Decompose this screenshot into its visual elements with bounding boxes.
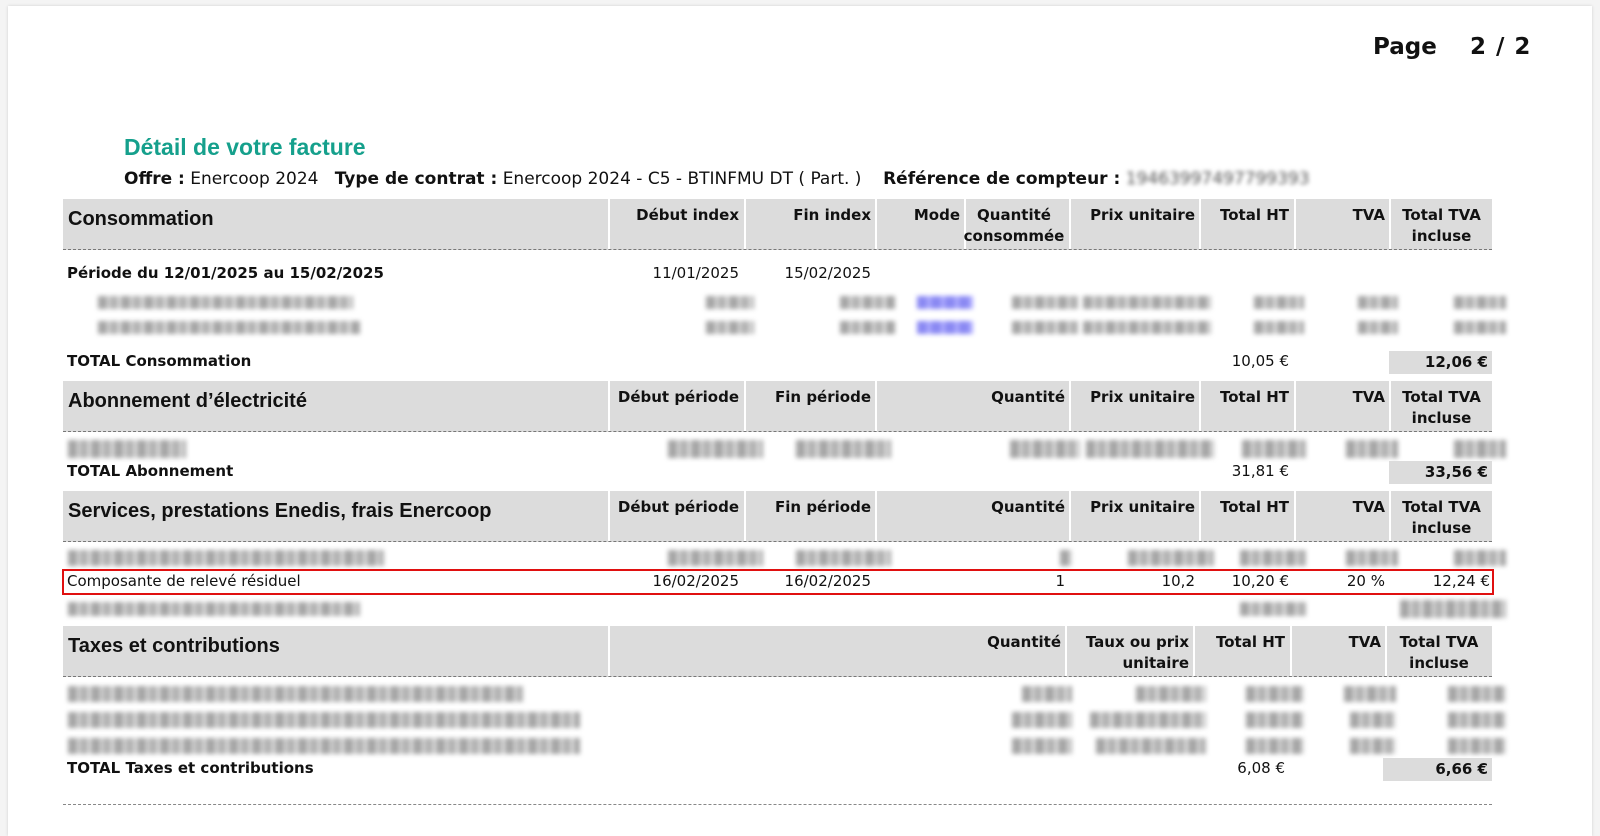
col-debut-periode: Début période	[617, 388, 739, 406]
col-fin-periode: Fin période	[775, 388, 871, 406]
taxes-header: Taxes et contributions Quantité Taux ou …	[63, 626, 1492, 677]
page-label: Page	[1373, 34, 1437, 60]
invoice-detail-title: Détail de votre facture	[124, 134, 366, 160]
col-mode: Mode	[913, 206, 960, 224]
periode-debut: 11/01/2025	[652, 264, 739, 282]
offre-label: Offre :	[124, 169, 185, 189]
col-fin-periode: Fin période	[775, 498, 871, 516]
contrat-value: Enercoop 2024 - C5 - BTINFMU DT ( Part. …	[502, 169, 862, 189]
col-quantite: Quantité	[991, 388, 1065, 406]
col-total-ht: Total HT	[1216, 633, 1285, 651]
col-total-tva-incluse: Total TVA incluse	[1399, 633, 1479, 672]
abonnement-title: Abonnement d’électricité	[68, 390, 307, 412]
consommation-title: Consommation	[68, 208, 214, 230]
col-tva: TVA	[1348, 633, 1381, 651]
total-abonnement-row: TOTAL Abonnement 31,81 € 33,56 €	[63, 461, 1492, 486]
contrat-label: Type de contrat :	[334, 169, 498, 189]
services-header: Services, prestations Enedis, frais Ener…	[63, 491, 1492, 542]
col-tva: TVA	[1352, 498, 1385, 516]
offre-value: Enercoop 2024	[190, 169, 319, 189]
taxes-title: Taxes et contributions	[68, 635, 280, 657]
total-taxes-ht: 6,08 €	[1237, 759, 1285, 777]
total-consommation-label: TOTAL Consommation	[67, 352, 252, 370]
col-total-ht: Total HT	[1220, 206, 1289, 224]
col-quantite: Quantité	[991, 498, 1065, 516]
bottom-divider	[63, 804, 1492, 805]
col-tva: TVA	[1352, 206, 1385, 224]
col-quantite-consommee: Quantité consommée	[963, 206, 1065, 245]
col-prix-unitaire: Prix unitaire	[1090, 498, 1195, 516]
total-taxes-label: TOTAL Taxes et contributions	[67, 759, 314, 777]
periode-label: Période du 12/01/2025 au 15/02/2025	[67, 264, 384, 282]
abonnement-header: Abonnement d’électricité Début période F…	[63, 381, 1492, 432]
highlight-box	[62, 569, 1494, 595]
services-title: Services, prestations Enedis, frais Ener…	[68, 500, 492, 522]
col-taux-prix: Taux ou prix unitaire	[1085, 633, 1189, 672]
total-taxes-ttc: 6,66 €	[1383, 758, 1492, 781]
col-tva: TVA	[1352, 388, 1385, 406]
offer-line: Offre : Enercoop 2024 Type de contrat : …	[124, 169, 1310, 189]
col-fin-index: Fin index	[793, 206, 871, 224]
total-abonnement-ttc: 33,56 €	[1389, 461, 1492, 484]
total-abonnement-ht: 31,81 €	[1231, 462, 1289, 480]
col-prix-unitaire: Prix unitaire	[1090, 206, 1195, 224]
col-total-ht: Total HT	[1220, 388, 1289, 406]
total-consommation-ht: 10,05 €	[1231, 352, 1289, 370]
col-total-tva-incluse: Total TVA incluse	[1402, 388, 1481, 427]
col-debut-index: Début index	[636, 206, 739, 224]
consommation-header: Consommation Début index Fin index Mode …	[63, 199, 1492, 250]
col-total-tva-incluse: Total TVA incluse	[1402, 206, 1481, 245]
total-consommation-ttc: 12,06 €	[1389, 351, 1492, 374]
page-number: 2 / 2	[1470, 34, 1532, 60]
invoice-page: Page 2 / 2 Détail de votre facture Offre…	[8, 6, 1592, 836]
total-abonnement-label: TOTAL Abonnement	[67, 462, 234, 480]
total-taxes-row: TOTAL Taxes et contributions 6,08 € 6,66…	[63, 758, 1492, 783]
compteur-label: Référence de compteur :	[883, 169, 1121, 189]
total-consommation-row: TOTAL Consommation 10,05 € 12,06 €	[63, 351, 1492, 376]
periode-fin: 15/02/2025	[784, 264, 871, 282]
col-total-tva-incluse: Total TVA incluse	[1402, 498, 1481, 537]
col-debut-periode: Début période	[617, 498, 739, 516]
compteur-value: 19463997497799393	[1125, 169, 1310, 189]
col-quantite: Quantité	[987, 633, 1061, 651]
col-total-ht: Total HT	[1220, 498, 1289, 516]
col-prix-unitaire: Prix unitaire	[1090, 388, 1195, 406]
consommation-periode-row: Période du 12/01/2025 au 15/02/2025 11/0…	[63, 264, 1492, 288]
